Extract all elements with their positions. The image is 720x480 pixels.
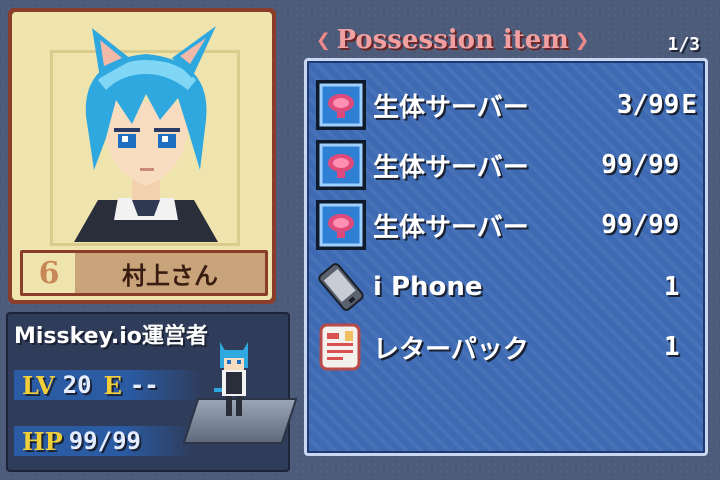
item-quantity: 1 xyxy=(663,332,680,362)
portrait-background: 6 村上さん xyxy=(12,12,272,300)
level-value: 20 xyxy=(62,371,92,399)
item-name: レターパック xyxy=(373,334,529,365)
character-name-plate: 6 村上さん xyxy=(20,250,268,296)
character-portrait-image xyxy=(74,26,218,242)
hp-label: HP xyxy=(22,426,63,456)
page-indicator: 1/3 xyxy=(667,34,700,55)
item-name: 生体サーバー xyxy=(373,212,529,243)
phone-icon xyxy=(318,263,364,311)
bio-server-icon xyxy=(316,140,366,190)
item-quantity: 3/99 xyxy=(616,90,680,120)
hp-row: HP 99/99 xyxy=(14,426,194,456)
item-name: 生体サーバー xyxy=(373,92,529,123)
item-quantity: 99/99 xyxy=(601,150,680,180)
inventory-item[interactable]: 生体サーバー 99/99 xyxy=(315,197,699,253)
exp-value: -- xyxy=(129,371,159,399)
character-title: Misskey.io運営者 xyxy=(14,324,208,349)
bio-server-icon xyxy=(316,80,366,130)
item-name: i Phone xyxy=(373,272,483,302)
equipped-flag: E xyxy=(681,90,698,120)
level-row: LV 20 E -- xyxy=(14,370,204,400)
chevron-left-icon[interactable]: ❮ xyxy=(316,26,330,54)
letter-pack-icon xyxy=(319,323,361,371)
hp-value: 99/99 xyxy=(68,427,141,455)
character-portrait-frame: 6 村上さん xyxy=(8,8,276,304)
inventory-title: Possession item xyxy=(336,25,569,55)
item-quantity: 1 xyxy=(663,272,680,302)
level-label: LV xyxy=(22,370,55,400)
inventory-item[interactable]: 生体サーバー 3/99 E xyxy=(315,77,699,133)
inventory-header: ❮ Possession item ❯ 1/3 xyxy=(310,18,706,62)
character-name: 村上さん xyxy=(122,261,218,290)
exp-label: E xyxy=(103,370,122,400)
chevron-right-icon[interactable]: ❯ xyxy=(575,26,589,54)
inventory-list: 生体サーバー 3/99 E 生体サーバー 99/99 生体サーバー 99/99 xyxy=(304,58,708,456)
bio-server-icon xyxy=(316,200,366,250)
inventory-item[interactable]: i Phone 1 xyxy=(315,259,699,315)
character-sprite xyxy=(214,342,248,416)
inventory-item[interactable]: 生体サーバー 99/99 xyxy=(315,137,699,193)
item-quantity: 99/99 xyxy=(601,210,680,240)
character-number: 6 xyxy=(23,253,75,293)
inventory-item[interactable]: レターパック 1 xyxy=(315,319,699,375)
character-status-panel: Misskey.io運営者 LV 20 E -- HP 99/99 xyxy=(6,312,298,472)
item-name: 生体サーバー xyxy=(373,152,529,183)
